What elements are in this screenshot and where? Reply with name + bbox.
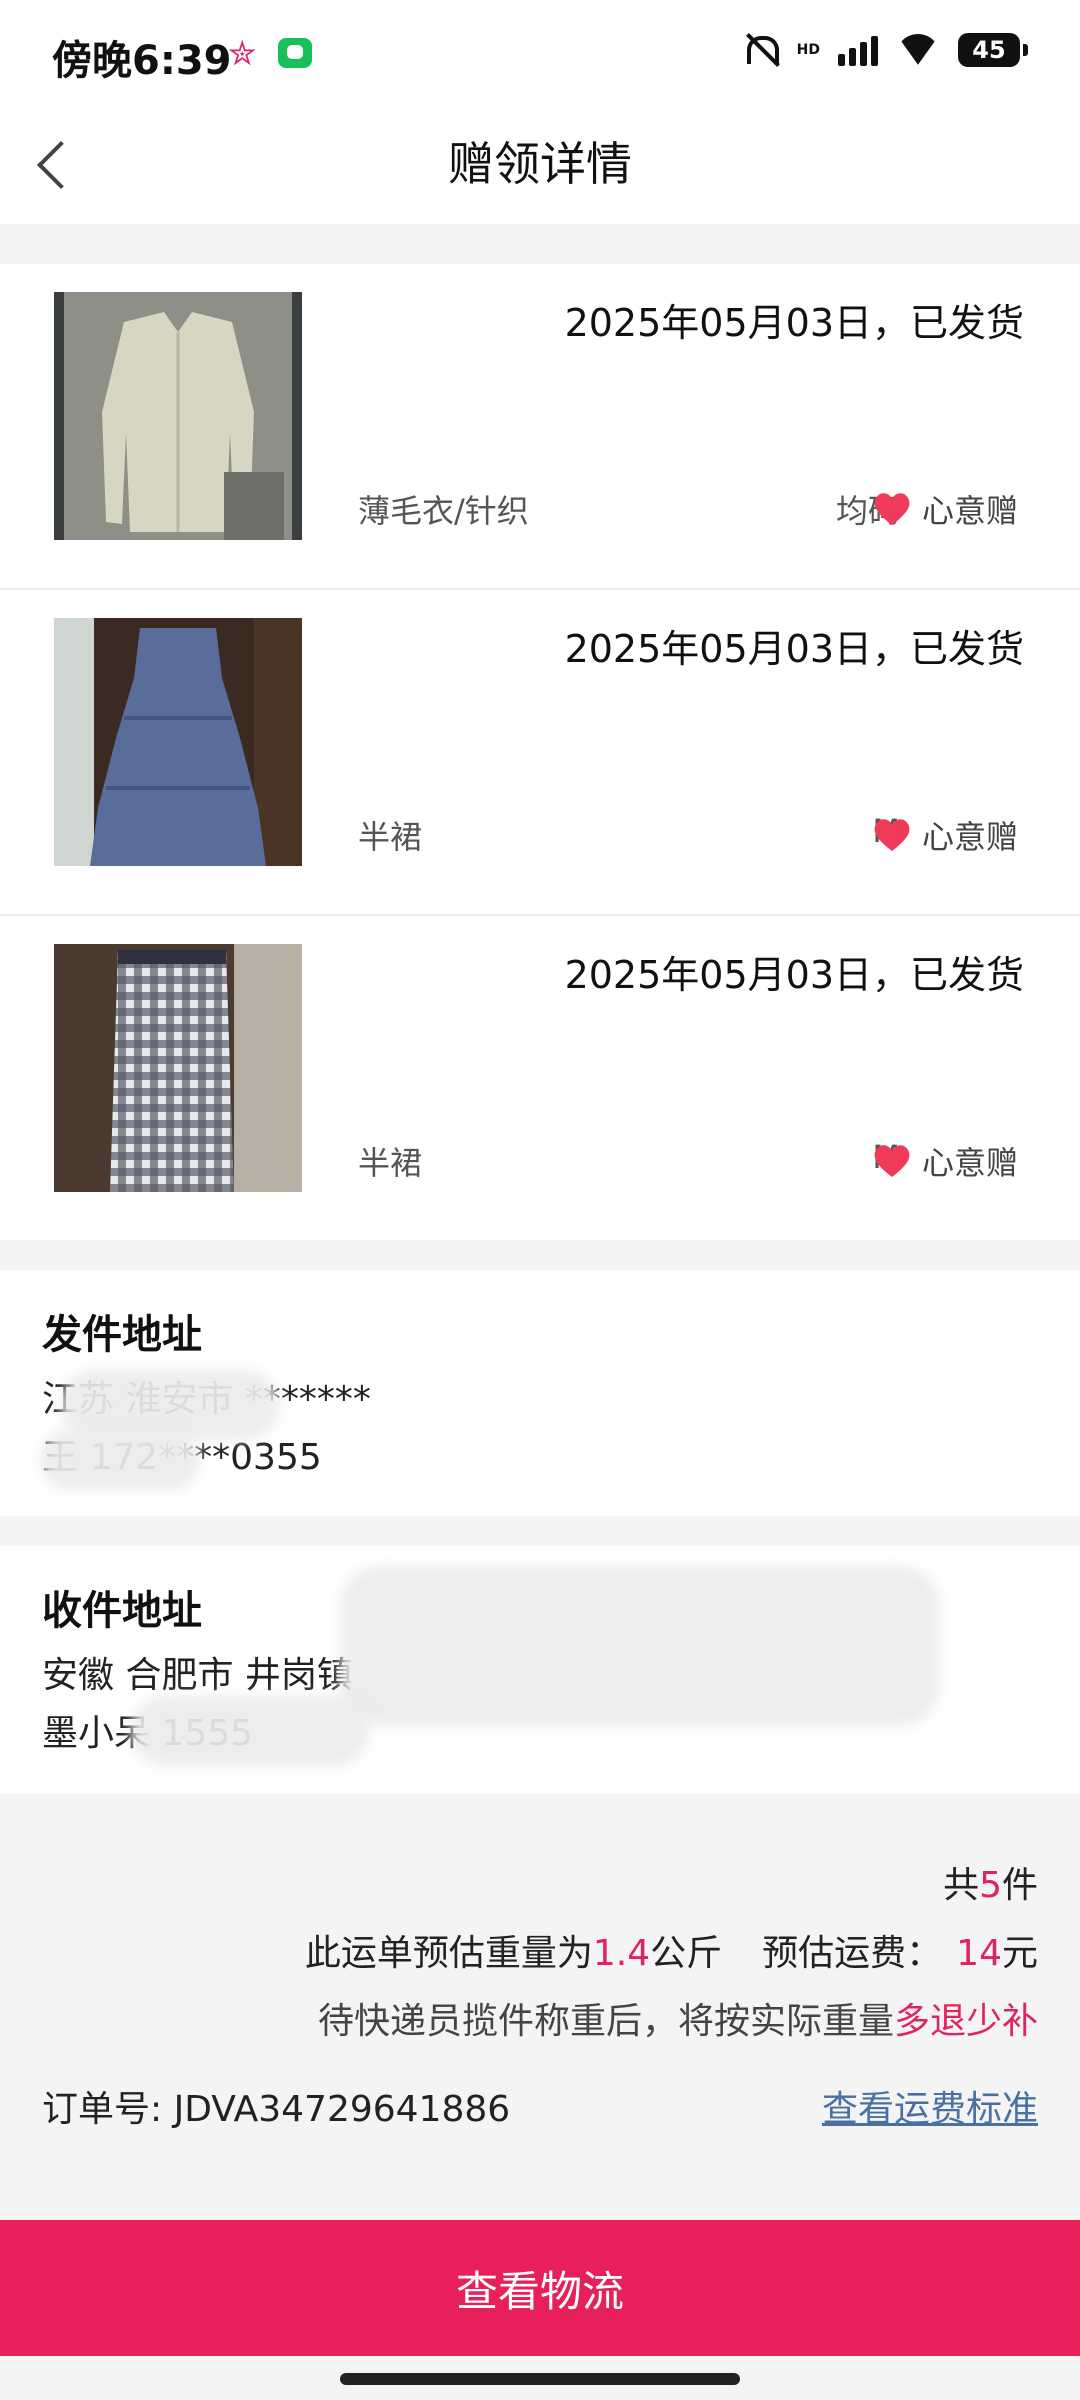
sender-address-card: 发件地址 江苏 淮安市 ******* 王 172****0355 <box>0 1270 1080 1516</box>
order-number: 订单号: JDVA34729641886 <box>42 2089 511 2130</box>
item-photo-gingham-skirt <box>54 944 302 1192</box>
redaction-smudge <box>130 1696 370 1766</box>
item-status: 2025年05月03日，已发货 <box>564 301 1024 345</box>
redaction-smudge <box>340 1566 940 1726</box>
page-title: 赠领详情 <box>448 137 632 191</box>
signal-icon <box>838 34 878 66</box>
battery-level: 45 <box>972 36 1006 64</box>
status-icons: HD 45 <box>741 30 1028 70</box>
item-list: 2025年05月03日，已发货 薄毛衣/针织 均码 心意赠 2025年05月03… <box>0 264 1080 1240</box>
order-number-value: JDVA34729641886 <box>173 2089 511 2130</box>
gift-tag: 心意赠 <box>872 812 1018 858</box>
item-count: 共5件 <box>943 1865 1038 1906</box>
nav-bar: 赠领详情 <box>0 100 1080 224</box>
item-category: 半裙 <box>358 818 423 856</box>
status-time: 傍晚6:39 <box>52 38 232 84</box>
status-bar: 傍晚6:39 ✮ HD 45 <box>0 0 1080 100</box>
list-item[interactable]: 2025年05月03日，已发货 半裙 M 心意赠 <box>0 916 1080 1240</box>
item-size: M <box>700 1138 900 1176</box>
item-status: 2025年05月03日，已发货 <box>564 627 1024 671</box>
fee-standard-link[interactable]: 查看运费标准 <box>822 2080 1038 2132</box>
weight-fee-line: 此运单预估重量为1.4公斤 预估运费： 14元 <box>304 1933 1038 1974</box>
list-item[interactable]: 2025年05月03日，已发货 薄毛衣/针织 均码 心意赠 <box>0 264 1080 590</box>
weight-note: 待快递员揽件称重后，将按实际重量多退少补 <box>317 2001 1038 2042</box>
weight-value: 1.4 <box>592 1933 651 1974</box>
receiver-address-card: 收件地址 安徽 合肥市 井岗镇 墨小呆 1555 <box>0 1546 1080 1794</box>
item-photo-cardigan <box>54 292 302 540</box>
heart-icon <box>874 819 910 851</box>
bell-off-icon <box>741 30 779 70</box>
hd-label: HD <box>796 42 820 58</box>
item-category: 薄毛衣/针织 <box>358 492 529 530</box>
gift-label: 心意赠 <box>921 492 1018 530</box>
receiver-address-title: 收件地址 <box>42 1588 202 1634</box>
wifi-icon <box>896 34 940 66</box>
fee-value: 14 <box>956 1933 1002 1974</box>
item-photo-denim-skirt <box>54 618 302 866</box>
view-logistics-button[interactable]: 查看物流 <box>0 2220 1080 2356</box>
item-category: 半裙 <box>358 1144 423 1182</box>
list-item[interactable]: 2025年05月03日，已发货 半裙 M 心意赠 <box>0 590 1080 916</box>
sender-address-title: 发件地址 <box>42 1312 202 1358</box>
gift-label: 心意赠 <box>921 818 1018 856</box>
item-size: 均码 <box>835 492 900 530</box>
refund-note: 多退少补 <box>893 2001 1038 2042</box>
home-indicator[interactable] <box>340 2373 740 2385</box>
item-size: M <box>700 812 900 850</box>
chat-app-icon <box>278 38 312 68</box>
item-count-value: 5 <box>979 1865 1002 1906</box>
battery-icon: 45 <box>958 33 1028 67</box>
star-icon: ✮ <box>228 34 257 74</box>
item-status: 2025年05月03日，已发货 <box>564 953 1024 997</box>
receiver-address-line: 安徽 合肥市 井岗镇 <box>42 1655 353 1696</box>
heart-icon <box>874 493 910 525</box>
gift-label: 心意赠 <box>921 1144 1018 1182</box>
gift-tag: 心意赠 <box>872 1138 1018 1184</box>
heart-icon <box>874 1145 910 1177</box>
redaction-smudge <box>40 1430 200 1490</box>
gift-tag: 心意赠 <box>872 486 1018 532</box>
